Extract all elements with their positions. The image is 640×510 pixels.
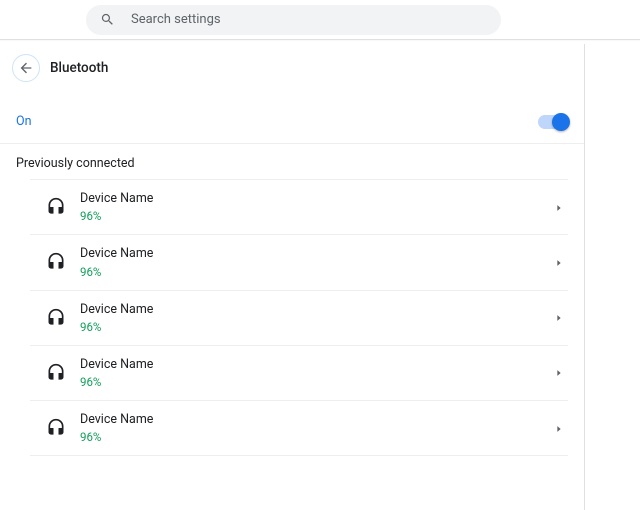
arrow-back-icon bbox=[18, 60, 34, 76]
device-detail-button[interactable] bbox=[554, 419, 564, 438]
headset-icon bbox=[46, 252, 66, 272]
chevron-right-icon bbox=[554, 258, 564, 268]
divider-right bbox=[584, 44, 585, 510]
device-text: Device Name 96% bbox=[80, 191, 554, 223]
headset-icon bbox=[46, 363, 66, 383]
headset-icon bbox=[46, 197, 66, 217]
device-text: Device Name 96% bbox=[80, 302, 554, 334]
device-detail-button[interactable] bbox=[554, 308, 564, 327]
headset-icon bbox=[46, 308, 66, 328]
bluetooth-status-label: On bbox=[16, 114, 32, 129]
device-battery: 96% bbox=[80, 320, 554, 334]
device-name: Device Name bbox=[80, 412, 554, 428]
device-row[interactable]: Device Name 96% bbox=[30, 179, 568, 235]
device-list: Device Name 96% Device Name 96% Device N… bbox=[0, 179, 584, 456]
bluetooth-toggle[interactable] bbox=[538, 115, 568, 129]
content: On Previously connected Device Name 96% … bbox=[0, 92, 584, 476]
device-battery: 96% bbox=[80, 430, 554, 444]
chevron-right-icon bbox=[554, 313, 564, 323]
device-name: Device Name bbox=[80, 302, 554, 318]
chevron-right-icon bbox=[554, 368, 564, 378]
device-battery: 96% bbox=[80, 375, 554, 389]
device-battery: 96% bbox=[80, 209, 554, 223]
device-detail-button[interactable] bbox=[554, 198, 564, 217]
device-name: Device Name bbox=[80, 357, 554, 373]
device-row[interactable]: Device Name 96% bbox=[30, 291, 568, 346]
device-text: Device Name 96% bbox=[80, 357, 554, 389]
device-battery: 96% bbox=[80, 265, 554, 279]
topbar bbox=[0, 0, 640, 40]
device-name: Device Name bbox=[80, 246, 554, 262]
page-header: Bluetooth bbox=[0, 40, 640, 92]
device-row[interactable]: Device Name 96% bbox=[30, 235, 568, 290]
back-button[interactable] bbox=[12, 54, 40, 82]
device-row[interactable]: Device Name 96% bbox=[30, 401, 568, 456]
search-input[interactable] bbox=[131, 12, 487, 27]
device-row[interactable]: Device Name 96% bbox=[30, 346, 568, 401]
device-detail-button[interactable] bbox=[554, 363, 564, 382]
headset-icon bbox=[46, 418, 66, 438]
device-name: Device Name bbox=[80, 191, 554, 207]
page-title: Bluetooth bbox=[50, 60, 108, 76]
device-detail-button[interactable] bbox=[554, 253, 564, 272]
bluetooth-toggle-thumb bbox=[552, 113, 570, 131]
device-text: Device Name 96% bbox=[80, 246, 554, 278]
previously-connected-heading: Previously connected bbox=[0, 144, 584, 179]
search-box[interactable] bbox=[86, 5, 501, 35]
search-icon bbox=[100, 12, 115, 27]
device-text: Device Name 96% bbox=[80, 412, 554, 444]
bluetooth-status-row: On bbox=[0, 92, 584, 144]
chevron-right-icon bbox=[554, 203, 564, 213]
chevron-right-icon bbox=[554, 424, 564, 434]
